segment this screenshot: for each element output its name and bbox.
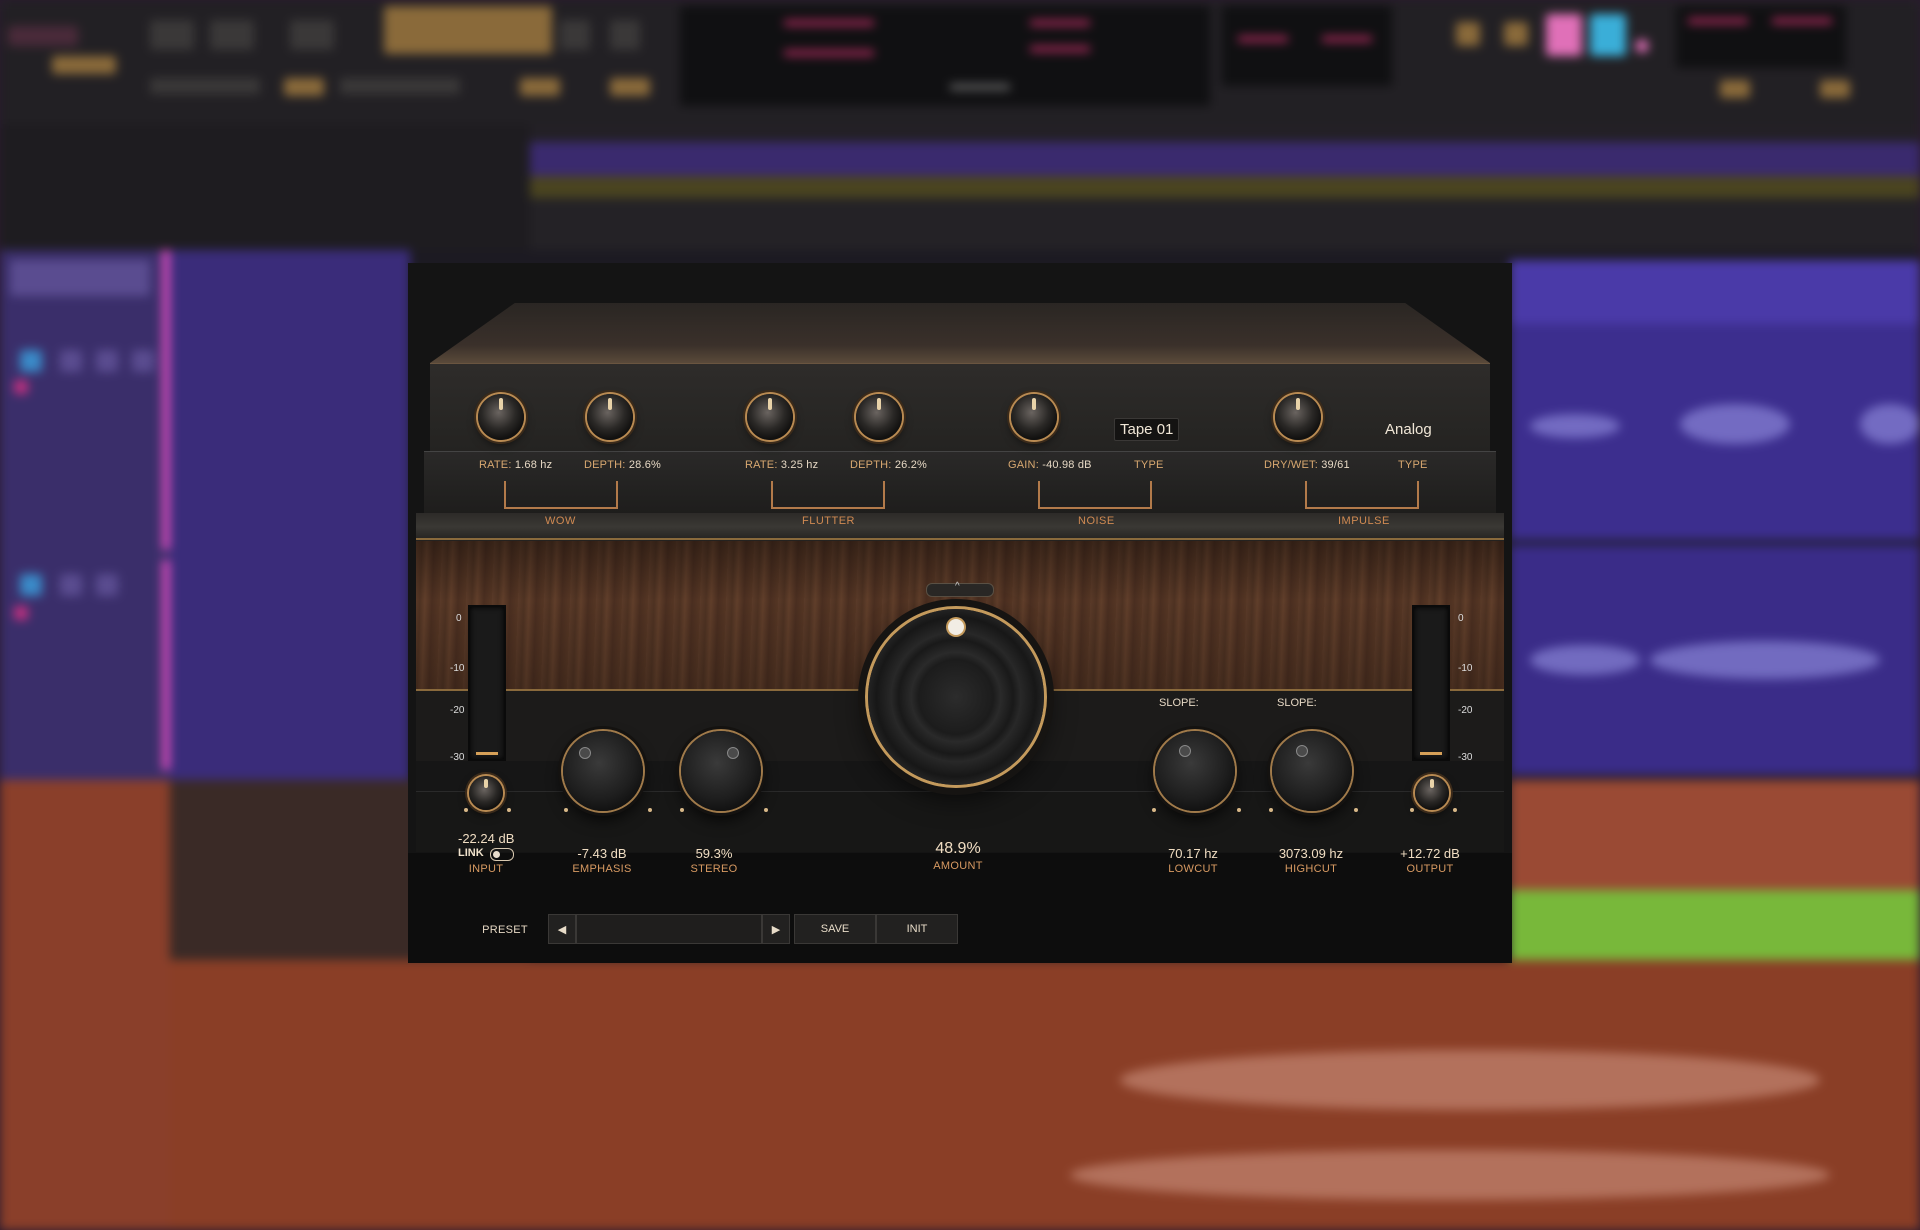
input-meter-tick: 0 xyxy=(456,613,462,624)
impulse-drywet-value: 39/61 xyxy=(1321,459,1350,471)
highcut-knob[interactable] xyxy=(1272,731,1352,811)
preset-name-field[interactable] xyxy=(576,914,762,944)
wow-depth-readout: DEPTH: 28.6% xyxy=(584,459,661,471)
arrow-right-icon: ▶ xyxy=(771,923,781,936)
impulse-drywet-label: DRY/WET: xyxy=(1264,459,1318,471)
amount-knob[interactable] xyxy=(868,609,1044,785)
flutter-depth-readout: DEPTH: 26.2% xyxy=(850,459,927,471)
flutter-depth-label: DEPTH: xyxy=(850,459,892,471)
collapse-panel-button[interactable]: ^ xyxy=(926,581,994,597)
input-knob[interactable] xyxy=(469,776,503,810)
noise-type-label: TYPE xyxy=(1134,459,1164,471)
noise-type-selector[interactable]: Tape 01 xyxy=(1114,418,1180,441)
link-toggle[interactable] xyxy=(490,848,514,861)
highcut-label: HIGHCUT xyxy=(1284,863,1338,875)
daw-track xyxy=(530,198,1920,250)
noise-gain-value: -40.98 dB xyxy=(1042,459,1092,471)
daw-toolbar xyxy=(0,0,1920,126)
amount-value: 48.9% xyxy=(935,840,981,857)
flutter-depth-value: 26.2% xyxy=(894,459,928,471)
flutter-bracket xyxy=(771,481,885,509)
daw-left-panel xyxy=(0,124,530,250)
output-meter-tick: -30 xyxy=(1458,752,1473,763)
highcut-value: 3073.09 hz xyxy=(1278,846,1344,861)
flutter-rate-value: 3.25 hz xyxy=(780,459,819,471)
daw-track xyxy=(530,176,1920,198)
impulse-type-selector[interactable]: Analog xyxy=(1379,418,1438,441)
daw-track-area xyxy=(170,250,410,780)
lowcut-knob[interactable] xyxy=(1155,731,1235,811)
stereo-value: 59.3% xyxy=(695,846,733,861)
input-meter-tick: -20 xyxy=(450,705,465,716)
input-label: INPUT xyxy=(468,863,504,875)
emphasis-value: -7.43 dB xyxy=(577,846,627,861)
input-meter-tick: -30 xyxy=(450,752,465,763)
flutter-rate-readout: RATE: 3.25 hz xyxy=(745,459,818,471)
input-meter-tick: -10 xyxy=(450,663,465,674)
link-label: LINK xyxy=(458,847,484,859)
preset-label: PRESET xyxy=(482,924,528,936)
chevron-up-icon: ^ xyxy=(955,581,960,592)
output-meter-tick: 0 xyxy=(1458,613,1464,624)
wow-depth-knob[interactable] xyxy=(587,394,633,440)
output-value: +12.72 dB xyxy=(1400,846,1460,861)
flutter-section-label: FLUTTER xyxy=(802,515,855,527)
wow-rate-knob[interactable] xyxy=(478,394,524,440)
output-knob[interactable] xyxy=(1415,776,1449,810)
noise-gain-readout: GAIN: -40.98 dB xyxy=(1008,459,1092,471)
lowcut-value: 70.17 hz xyxy=(1168,846,1218,861)
impulse-drywet-readout: DRY/WET: 39/61 xyxy=(1264,459,1350,471)
lowcut-slope-label[interactable]: SLOPE: xyxy=(1159,697,1199,709)
lowcut-label: LOWCUT xyxy=(1168,863,1218,875)
output-meter-tick: -10 xyxy=(1458,663,1473,674)
preset-next-button[interactable]: ▶ xyxy=(762,914,790,944)
impulse-section-label: IMPULSE xyxy=(1338,515,1390,527)
arrow-left-icon: ◀ xyxy=(557,923,567,936)
output-meter xyxy=(1412,605,1450,761)
wow-depth-label: DEPTH: xyxy=(584,459,626,471)
output-meter-tick: -20 xyxy=(1458,705,1473,716)
impulse-bracket xyxy=(1305,481,1419,509)
wow-depth-value: 28.6% xyxy=(628,459,662,471)
amount-label: AMOUNT xyxy=(933,860,983,872)
emphasis-label: EMPHASIS xyxy=(572,863,632,875)
amount-knob-indicator xyxy=(948,619,964,635)
wow-rate-readout: RATE: 1.68 hz xyxy=(479,459,552,471)
preset-prev-button[interactable]: ◀ xyxy=(548,914,576,944)
wow-bracket xyxy=(504,481,618,509)
preset-save-button[interactable]: SAVE xyxy=(794,914,876,944)
emphasis-knob[interactable] xyxy=(563,731,643,811)
wow-rate-label: RATE: xyxy=(479,459,512,471)
flutter-depth-knob[interactable] xyxy=(856,394,902,440)
impulse-drywet-knob[interactable] xyxy=(1275,394,1321,440)
wow-rate-value: 1.68 hz xyxy=(514,459,553,471)
output-label: OUTPUT xyxy=(1406,863,1454,875)
flutter-rate-label: RATE: xyxy=(745,459,778,471)
daw-ruler xyxy=(530,124,1920,142)
stereo-label: STEREO xyxy=(690,863,738,875)
daw-track xyxy=(530,142,1920,176)
flutter-rate-knob[interactable] xyxy=(747,394,793,440)
preset-init-button[interactable]: INIT xyxy=(876,914,958,944)
wow-section-label: WOW xyxy=(545,515,576,527)
stereo-knob[interactable] xyxy=(681,731,761,811)
plugin-lid xyxy=(430,303,1490,363)
input-value: -22.24 dB xyxy=(458,831,515,846)
noise-gain-knob[interactable] xyxy=(1011,394,1057,440)
impulse-type-label: TYPE xyxy=(1398,459,1428,471)
input-meter xyxy=(468,605,506,761)
tape-plugin-window: Tape 01 Analog RATE: 1.68 hz DEPTH: 28.6… xyxy=(408,263,1512,963)
noise-gain-label: GAIN: xyxy=(1008,459,1039,471)
highcut-slope-label[interactable]: SLOPE: xyxy=(1277,697,1317,709)
noise-section-label: NOISE xyxy=(1078,515,1115,527)
plugin-trim-line xyxy=(416,538,1504,540)
noise-bracket xyxy=(1038,481,1152,509)
